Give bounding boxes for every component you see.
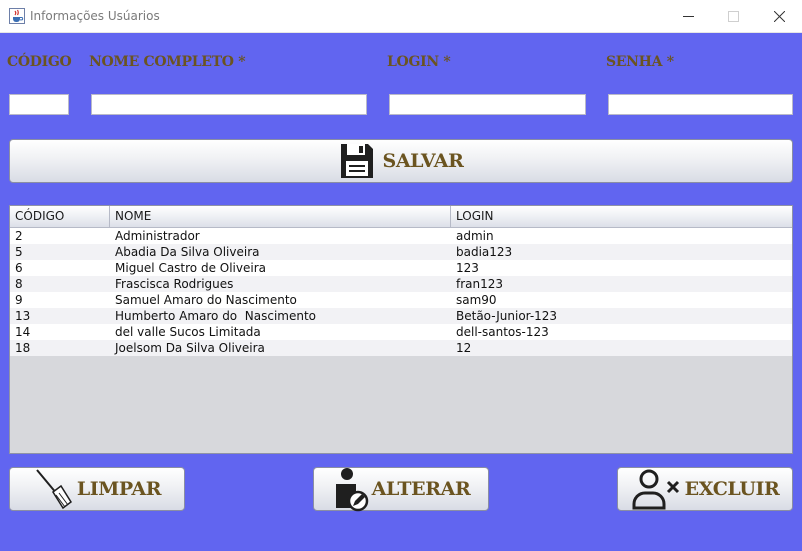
cell-codigo: 9 (15, 293, 23, 307)
cell-login: badia123 (456, 245, 513, 259)
senha-label: SENHA * (606, 54, 674, 70)
maximize-button[interactable] (710, 0, 756, 32)
window-titlebar: Informações Usúarios (0, 0, 802, 33)
cell-codigo: 2 (15, 229, 23, 243)
cell-nome: Frascisca Rodrigues (115, 277, 234, 291)
excluir-label: EXCLUIR (684, 478, 780, 500)
table-row[interactable]: 5 Abadia Da Silva Oliveira badia123 (10, 244, 792, 260)
minimize-icon (682, 15, 694, 17)
cell-login: 12 (456, 341, 472, 355)
cell-nome: Joelsom Da Silva Oliveira (115, 341, 265, 355)
table-row[interactable]: 8 Frascisca Rodrigues fran123 (10, 276, 792, 292)
salvar-label: SALVAR (382, 150, 464, 172)
cell-nome: Samuel Amaro do Nascimento (115, 293, 297, 307)
limpar-label: LIMPAR (76, 478, 162, 500)
table-header: CÓDIGO NOME LOGIN (10, 206, 792, 228)
cell-login: fran123 (456, 277, 504, 291)
alterar-button[interactable]: ALTERAR (313, 467, 489, 512)
alterar-label: ALTERAR (371, 478, 471, 500)
table-row[interactable]: 6 Miguel Castro de Oliveira 123 (10, 260, 792, 276)
senha-field[interactable] (608, 94, 793, 115)
cell-codigo: 13 (15, 309, 31, 323)
cell-login: 123 (456, 261, 479, 275)
close-icon (773, 10, 785, 22)
cell-login: admin (456, 229, 494, 243)
user-edit-icon (335, 468, 368, 512)
cell-codigo: 18 (15, 341, 31, 355)
cell-codigo: 6 (15, 261, 23, 275)
cell-nome: del valle Sucos Limitada (115, 325, 261, 339)
codigo-label: CÓDIGO (7, 54, 72, 70)
excluir-button[interactable]: EXCLUIR (617, 467, 793, 511)
cell-login: Betão-Junior-123 (456, 309, 558, 323)
table-body: 2 Administrador admin 5 Abadia Da Silva Oliv… (10, 228, 792, 356)
cell-nome: Abadia Da Silva Oliveira (115, 245, 260, 259)
table-row[interactable]: 9 Samuel Amaro do Nascimento sam90 (10, 292, 792, 308)
main-panel: CÓDIGO NOME COMPLETO * LOGIN * SENHA * S… (0, 33, 802, 551)
limpar-button[interactable]: LIMPAR (9, 467, 185, 511)
nome-label: NOME COMPLETO * (89, 54, 246, 70)
user-remove-icon (632, 469, 679, 510)
cell-login: sam90 (456, 293, 497, 307)
header-nome[interactable]: NOME (110, 206, 451, 227)
maximize-icon (727, 10, 739, 22)
cell-nome: Humberto Amaro do Nascimento (115, 309, 317, 323)
header-login[interactable]: LOGIN (451, 206, 792, 227)
table-row[interactable]: 14 del valle Sucos Limitada dell-santos-12… (10, 324, 792, 340)
cell-codigo: 14 (15, 325, 31, 339)
cell-nome: Administrador (115, 229, 200, 243)
broom-icon (36, 469, 72, 510)
salvar-button[interactable]: SALVAR (9, 139, 793, 183)
minimize-button[interactable] (665, 0, 711, 32)
cell-codigo: 5 (15, 245, 23, 259)
table-row[interactable]: 2 Administrador admin (10, 228, 792, 244)
users-table[interactable]: CÓDIGO NOME LOGIN 2 Administrador admin 5 Ab… (9, 205, 793, 454)
header-codigo[interactable]: CÓDIGO (10, 206, 110, 227)
login-field[interactable] (389, 94, 586, 115)
login-label: LOGIN * (387, 54, 451, 70)
cell-login: dell-santos-123 (456, 325, 549, 339)
table-row[interactable]: 18 Joelsom Da Silva Oliveira 12 (10, 340, 792, 356)
close-button[interactable] (756, 0, 802, 32)
java-cup-icon (9, 8, 25, 24)
window-title: Informações Usúarios (30, 9, 160, 23)
cell-codigo: 8 (15, 277, 23, 291)
table-row[interactable]: 13 Humberto Amaro do Nascimento Betão-Juni… (10, 308, 792, 324)
floppy-disk-icon (340, 144, 373, 178)
cell-nome: Miguel Castro de Oliveira (115, 261, 266, 275)
codigo-field[interactable] (9, 94, 69, 115)
nome-field[interactable] (91, 94, 367, 115)
